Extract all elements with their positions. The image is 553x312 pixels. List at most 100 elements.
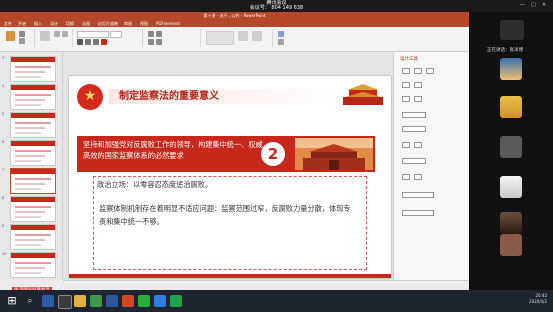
slide-bottom-band <box>69 274 391 278</box>
align-left-icon[interactable] <box>148 39 154 45</box>
ribbon-tabs: 文件 开始 插入 设计 切换 动画 幻灯片放映 审阅 视图 PDFelement <box>0 20 469 27</box>
point-number: 2 <box>267 145 279 163</box>
format-field[interactable] <box>402 192 434 198</box>
underline-icon[interactable] <box>93 39 99 45</box>
italic-icon[interactable] <box>85 39 91 45</box>
slide-thumbnail[interactable] <box>10 84 56 110</box>
paste-icon[interactable] <box>6 31 15 41</box>
format-option[interactable] <box>426 68 434 74</box>
format-option[interactable] <box>414 82 422 88</box>
tencent-meeting-icon[interactable] <box>154 295 166 307</box>
cut-icon[interactable] <box>19 31 25 37</box>
thumb-number: 8 <box>2 196 5 200</box>
thumb-number: 10 <box>2 252 7 256</box>
edge-icon[interactable] <box>42 295 54 307</box>
copy-icon[interactable] <box>19 38 25 44</box>
thumb-number: 3 <box>2 56 5 60</box>
ppt-title-bar: 第十讲 - 关于…公约 - PowerPoint <box>0 12 469 20</box>
drawing-group <box>202 29 273 47</box>
reset-icon[interactable] <box>62 31 68 37</box>
slide-thumbnail[interactable] <box>10 252 56 278</box>
format-field[interactable] <box>402 126 426 132</box>
file-explorer-icon[interactable] <box>74 295 86 307</box>
current-slide[interactable]: ★ 制定监察法的重要意义 坚持和加强党对反腐败工作的领导，构建集中统一、权威高效… <box>69 76 391 278</box>
shapes-gallery[interactable] <box>206 31 234 45</box>
tiananmen-photo <box>295 138 373 170</box>
format-field[interactable] <box>402 210 434 216</box>
thumb-number: 9 <box>2 224 5 228</box>
format-option[interactable] <box>402 96 410 102</box>
task-view-icon[interactable] <box>58 295 72 309</box>
participant-video-tile[interactable] <box>500 58 522 80</box>
chat-app-icon[interactable] <box>170 295 182 307</box>
format-option[interactable] <box>414 174 422 180</box>
slide-thumbnail[interactable] <box>10 56 56 82</box>
thumb-number: 4 <box>2 84 5 88</box>
slide-thumbnail-pane: 3 4 5 6 7 8 9 10 <box>0 52 63 280</box>
tab-pdfelement[interactable]: PDFelement <box>156 21 180 26</box>
thumb-number: 6 <box>2 140 5 144</box>
new-slide-icon[interactable] <box>40 31 50 41</box>
format-field[interactable] <box>402 112 426 118</box>
participant-video-tile[interactable] <box>500 96 522 118</box>
minimize-icon[interactable]: — <box>520 2 525 8</box>
bold-icon[interactable] <box>77 39 83 45</box>
find-icon[interactable] <box>278 31 284 37</box>
self-video-tile[interactable] <box>500 20 524 40</box>
format-option[interactable] <box>402 174 410 180</box>
close-icon[interactable]: ✕ <box>542 2 546 8</box>
participant-video-tile[interactable] <box>500 136 522 158</box>
format-option[interactable] <box>402 82 410 88</box>
slide-thumbnail[interactable] <box>10 140 56 166</box>
participant-video-tile[interactable] <box>500 212 522 234</box>
format-pane-title: 设计工具 <box>400 57 418 62</box>
tiananmen-gate-image <box>341 82 385 107</box>
font-group <box>74 29 143 47</box>
format-option[interactable] <box>402 68 410 74</box>
format-pane: 设计工具 <box>393 52 469 280</box>
meeting-id-line: 会议号： 804 149 638 <box>0 6 553 11</box>
powerpoint-window: 第十讲 - 关于…公约 - PowerPoint 文件 开始 插入 设计 切换 … <box>0 12 469 290</box>
format-option[interactable] <box>414 142 422 148</box>
ppt-window-title: 第十讲 - 关于…公约 - PowerPoint <box>203 13 266 18</box>
slide-heading[interactable]: 制定监察法的重要意义 <box>119 90 219 103</box>
meeting-top-bar: 腾讯会议 会议号： 804 149 638 — □ ✕ <box>0 0 553 12</box>
slide-thumbnail[interactable] <box>10 112 56 138</box>
replace-icon[interactable] <box>278 39 284 45</box>
clipboard-group <box>2 29 35 47</box>
format-option[interactable] <box>402 142 410 148</box>
paragraph-supervision-system[interactable]: 监察体制机制存在着明显不适应问题：监察范围过窄，反腐败力量分散，体现专责和集中统… <box>99 202 355 228</box>
clock-date: 2020/4/2 <box>529 299 547 304</box>
font-size-box[interactable] <box>110 31 122 38</box>
font-color-icon[interactable] <box>101 39 107 45</box>
wechat-icon[interactable] <box>138 295 150 307</box>
slide-thumbnail[interactable] <box>10 196 56 222</box>
slides-group <box>36 29 73 47</box>
participant-video-tile[interactable] <box>500 176 522 198</box>
banner-text[interactable]: 坚持和加强党对反腐败工作的领导，构建集中统一、权威高效的国家监察体系的必然要求 <box>83 139 269 161</box>
system-tray[interactable]: 20:42 2020/4/2 <box>529 293 547 305</box>
thumb-number: 5 <box>2 112 5 116</box>
windows-start-icon[interactable]: ⊞ <box>6 295 18 307</box>
paragraph-political-stance[interactable]: 政治立场：以零容忍态度惩治腐败。 <box>97 179 212 190</box>
slide-thumbnail-active[interactable] <box>10 168 56 194</box>
format-option[interactable] <box>414 96 422 102</box>
word-icon[interactable] <box>106 295 118 307</box>
quick-styles-icon[interactable] <box>252 31 262 41</box>
notes-bar <box>63 280 469 290</box>
layout-icon[interactable] <box>54 31 60 37</box>
font-name-box[interactable] <box>77 31 109 38</box>
editing-group <box>274 29 304 47</box>
format-field[interactable] <box>402 158 426 164</box>
slide-thumbnail[interactable] <box>10 224 56 250</box>
align-center-icon[interactable] <box>156 39 162 45</box>
maximize-icon[interactable]: □ <box>531 2 536 8</box>
format-option[interactable] <box>414 68 422 74</box>
bullets-icon[interactable] <box>148 31 154 37</box>
numbering-icon[interactable] <box>156 31 162 37</box>
powerpoint-icon[interactable] <box>122 295 134 307</box>
arrange-icon[interactable] <box>238 31 248 41</box>
participant-video-tile[interactable] <box>500 234 522 256</box>
app-icon[interactable] <box>90 295 102 307</box>
search-icon[interactable]: ⌕ <box>24 295 36 307</box>
